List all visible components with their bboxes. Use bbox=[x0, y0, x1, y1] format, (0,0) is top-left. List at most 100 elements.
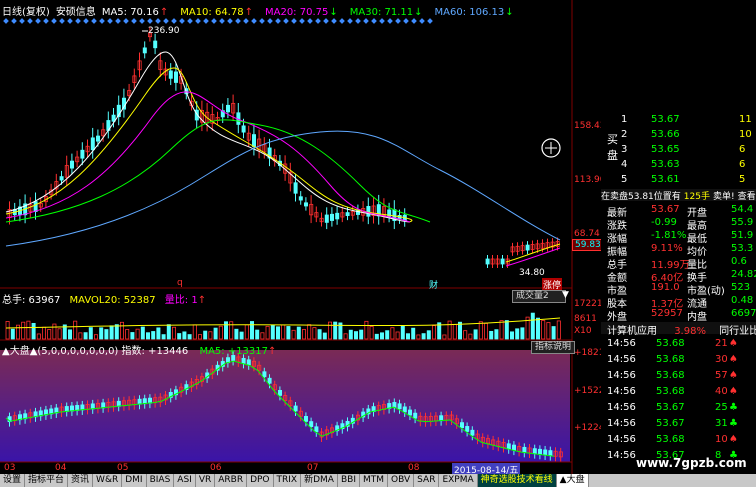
tab-4[interactable]: DMI bbox=[122, 474, 147, 487]
quote-value: 51.9 bbox=[731, 230, 754, 241]
order-volume: 6 bbox=[739, 144, 746, 155]
tab-15[interactable]: SAR bbox=[414, 474, 440, 487]
candle bbox=[335, 212, 340, 220]
tab-16[interactable]: EXPMA bbox=[439, 474, 478, 487]
candle bbox=[153, 40, 158, 49]
tab-1[interactable]: 指标平台 bbox=[25, 474, 69, 487]
xaxis-03: 03 bbox=[4, 463, 16, 473]
index-candle bbox=[522, 446, 527, 453]
quote-label: 股本 bbox=[607, 299, 627, 310]
volume-total: 总手: 63967 bbox=[2, 295, 61, 306]
order-status[interactable]: 在卖盘53.81位置有125手卖单!查看详细 bbox=[601, 189, 756, 202]
industry-row[interactable]: 计算机应用 3.98% 同行业比较 bbox=[601, 322, 756, 337]
tick-volume: 21 bbox=[715, 338, 728, 349]
tick-direction-icon: ♠ bbox=[729, 370, 738, 381]
tick-time: 14:56 bbox=[607, 338, 636, 349]
tab-17[interactable]: 神奇选股技术看线 bbox=[477, 474, 557, 487]
volume-bar bbox=[353, 331, 358, 340]
quote-value: 0.6 bbox=[731, 256, 747, 267]
index-candle bbox=[267, 377, 272, 384]
quote-label: 市盈(动) bbox=[687, 286, 725, 297]
index-ma5: MA5: +13317 bbox=[199, 346, 269, 357]
index-candle bbox=[548, 450, 553, 457]
mark-q: q bbox=[177, 278, 183, 288]
quote-value: 523 bbox=[731, 282, 751, 293]
ma-legend-item: MA30: 71.11↓ bbox=[349, 7, 423, 18]
xaxis-06: 06 bbox=[210, 463, 222, 473]
volume-bar bbox=[515, 328, 520, 340]
index-background bbox=[0, 350, 570, 462]
quote-value: 6.40亿 bbox=[651, 273, 684, 284]
quote-value: 24.82 bbox=[731, 269, 756, 280]
tab-8[interactable]: ARBR bbox=[215, 474, 248, 487]
candle bbox=[90, 137, 95, 151]
price-axis-3: 68.74 bbox=[574, 229, 600, 239]
candle bbox=[241, 125, 246, 133]
tab-2[interactable]: 资讯 bbox=[68, 474, 94, 487]
status-detail-link[interactable]: 查看详细 bbox=[738, 192, 756, 202]
index-candle bbox=[538, 448, 543, 455]
candle bbox=[80, 149, 85, 159]
chevron-down-icon[interactable]: ▼ bbox=[562, 290, 569, 300]
volume-bar bbox=[187, 334, 192, 340]
tab-9[interactable]: DPO bbox=[247, 474, 274, 487]
index-candle bbox=[439, 415, 444, 422]
index-candle bbox=[506, 443, 511, 450]
tab-7[interactable]: VR bbox=[195, 474, 216, 487]
index-candle bbox=[392, 402, 397, 408]
volume-bar bbox=[161, 334, 166, 340]
status-text: 在卖盘53.81位置有 bbox=[601, 192, 681, 202]
xaxis-07: 07 bbox=[307, 463, 319, 473]
ma-legend: MA5: 70.16↑ MA10: 64.78↑ MA20: 70.75↓ MA30:… bbox=[102, 7, 526, 18]
volume-selector[interactable]: 成交量2 bbox=[512, 290, 566, 303]
volume-bar bbox=[411, 327, 416, 340]
volume-bar bbox=[379, 332, 384, 340]
quote-value: 6697 bbox=[731, 308, 756, 319]
quote-label: 涨幅 bbox=[607, 234, 627, 245]
tab-14[interactable]: OBV bbox=[388, 474, 415, 487]
index-candle bbox=[397, 403, 402, 410]
candle bbox=[329, 213, 334, 221]
index-candle bbox=[241, 357, 246, 364]
tab-12[interactable]: BBI bbox=[337, 474, 360, 487]
tab-13[interactable]: MTM bbox=[359, 474, 389, 487]
mark-finance[interactable]: 财 bbox=[429, 278, 438, 291]
peer-compare-link[interactable]: 同行业比较 bbox=[719, 326, 756, 337]
order-level: 4 bbox=[621, 159, 628, 170]
tab-3[interactable]: W&R bbox=[93, 474, 123, 487]
index-candle bbox=[277, 389, 282, 396]
tick-time: 14:56 bbox=[607, 402, 636, 413]
tick-time: 14:56 bbox=[607, 434, 636, 445]
period-label[interactable]: 日线(复权) bbox=[2, 7, 50, 18]
indicator-tab-bar: 设置 指标平台 资讯 W&R DMI BIAS ASI VR ARBR DPO TRIX 新DMA BB… bbox=[0, 474, 756, 487]
ma-legend-item: MA60: 106.13↓ bbox=[434, 7, 514, 18]
tab-6[interactable]: ASI bbox=[174, 474, 196, 487]
tab-5[interactable]: BIAS bbox=[146, 474, 175, 487]
volume-mavol: MAVOL20: 52387 bbox=[69, 295, 156, 306]
quote-label: 均价 bbox=[687, 247, 707, 258]
volume-bar bbox=[249, 321, 254, 340]
volume-bar bbox=[177, 333, 182, 340]
tab-11[interactable]: 新DMA bbox=[301, 474, 338, 487]
volume-bar bbox=[145, 332, 150, 340]
tab-10[interactable]: TRIX bbox=[273, 474, 302, 487]
volume-ratio-arrow: ↑ bbox=[197, 295, 207, 306]
index-candle bbox=[465, 426, 470, 432]
volume-bar bbox=[203, 330, 208, 340]
quote-label: 金额 bbox=[607, 273, 627, 284]
indicator-help-button[interactable]: 指标说明 bbox=[531, 341, 576, 354]
high-price-label: 236.90 bbox=[148, 26, 180, 36]
ma-arrow: ↓ bbox=[329, 7, 338, 18]
quote-value: 54.4 bbox=[731, 204, 754, 215]
candle bbox=[173, 71, 178, 83]
index-header: ▲大盘▲(5,0,0,0,0,0,0,0) 指数: +13446 MA5: +1… bbox=[2, 342, 276, 357]
tab-18[interactable]: ▲大盘 bbox=[556, 474, 589, 487]
quote-value: -0.99 bbox=[651, 217, 677, 228]
tick-volume: 31 bbox=[715, 418, 728, 429]
volume-bar bbox=[504, 320, 509, 340]
tab-0[interactable]: 设置 bbox=[0, 474, 26, 487]
industry-label: 计算机应用 bbox=[607, 326, 657, 337]
volume-bar bbox=[140, 326, 145, 340]
volume-bar bbox=[255, 329, 260, 340]
volume-bar bbox=[10, 328, 15, 340]
